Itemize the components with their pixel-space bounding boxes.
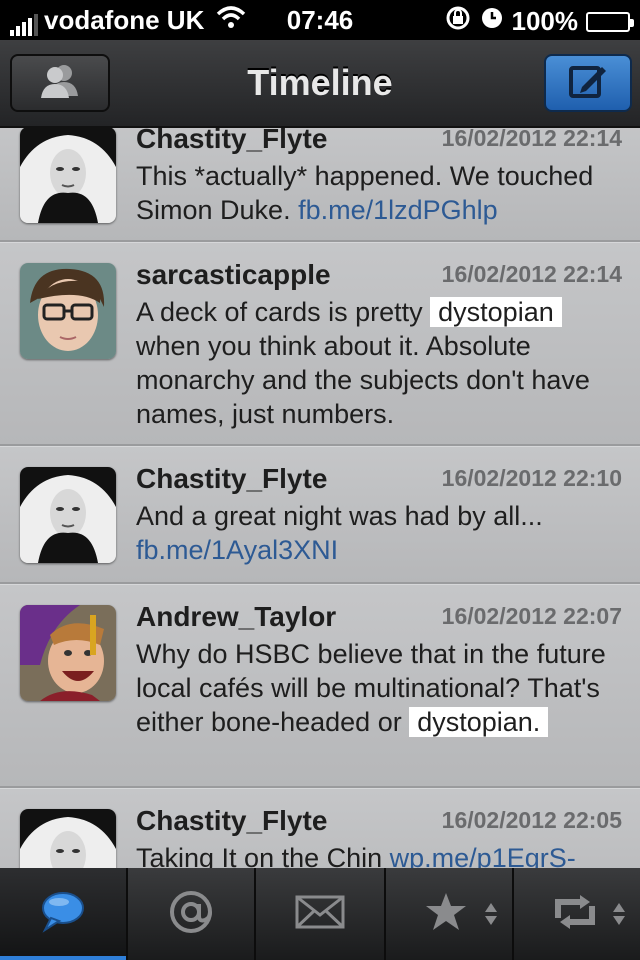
search-highlight: dystopian [430,297,562,327]
avatar[interactable] [20,263,116,359]
tweet-row[interactable]: Chastity_Flyte 16/02/2012 22:10 And a gr… [0,446,640,584]
tweet-author[interactable]: sarcasticapple [136,259,331,291]
status-bar: vodafone UK 07:46 100% [0,0,640,40]
tab-bar [0,868,640,960]
selector-arrows-icon [484,902,498,931]
tweet-author[interactable]: Chastity_Flyte [136,128,327,155]
alarm-icon [480,6,504,37]
tweet-row[interactable]: Chastity_Flyte 16/02/2012 22:05 Taking I… [0,788,640,868]
tweet-author[interactable]: Chastity_Flyte [136,463,327,495]
tweet-row[interactable]: Chastity_Flyte 16/02/2012 22:14 This *ac… [0,128,640,242]
timeline-bubble-icon [39,890,87,939]
tweet-link[interactable]: wp.me/p1EgrS- [390,843,576,868]
tweet-author[interactable]: Chastity_Flyte [136,805,327,837]
tweet-text-part: when you think about it. Absolute monarc… [136,331,590,429]
tweet-timestamp: 16/02/2012 22:14 [441,128,622,151]
tweet-timestamp: 16/02/2012 22:07 [441,603,622,629]
tweet-text: A deck of cards is pretty dystopian when… [136,295,626,431]
search-highlight: dystopian. [409,707,549,737]
avatar[interactable] [20,467,116,563]
selector-arrows-icon [612,902,626,931]
tweet-text-part: And a great night was had by all... [136,501,543,531]
tweet-timestamp: 16/02/2012 22:10 [441,465,622,491]
tweet-text: Why do HSBC believe that in the future l… [136,637,626,739]
avatar[interactable] [20,605,116,701]
tab-messages[interactable] [256,868,386,960]
tweet-timestamp: 16/02/2012 22:14 [441,261,622,287]
tweet-link[interactable]: fb.me/1Ayal3XNI [136,535,338,565]
tweet-timestamp: 16/02/2012 22:05 [441,807,622,833]
tab-retweets[interactable] [514,868,640,960]
avatar[interactable] [20,809,116,868]
messages-icon [295,895,345,934]
tab-mentions[interactable] [128,868,256,960]
avatar[interactable] [20,128,116,223]
tweet-text-part: Taking It on the Chin [136,843,390,868]
tweet-text: And a great night was had by all... fb.m… [136,499,626,567]
tweet-row[interactable]: sarcasticapple 16/02/2012 22:14 A deck o… [0,242,640,446]
retweets-icon [550,892,600,937]
tweet-row[interactable]: Andrew_Taylor 16/02/2012 22:07 Why do HS… [0,584,640,788]
favorites-icon [424,891,468,938]
timeline-list[interactable]: Chastity_Flyte 16/02/2012 22:14 This *ac… [0,128,640,868]
navigation-bar: Timeline [0,40,640,128]
status-right: 100% [444,5,634,38]
tweet-link[interactable]: fb.me/1lzdPGhlp [298,195,498,225]
compose-button[interactable] [544,54,632,112]
tweet-text-part: A deck of cards is pretty [136,297,431,327]
mentions-icon [167,888,215,941]
tweet-author[interactable]: Andrew_Taylor [136,601,336,633]
compose-icon [568,62,608,105]
rotation-lock-icon [444,5,472,38]
tweet-text: This *actually* happened. We touched Sim… [136,159,626,227]
tweet-text: Taking It on the Chin wp.me/p1EgrS- [136,841,626,868]
tab-timeline[interactable] [0,868,128,960]
battery-icon [586,11,634,32]
tab-favorites[interactable] [386,868,514,960]
battery-percentage: 100% [511,6,579,36]
